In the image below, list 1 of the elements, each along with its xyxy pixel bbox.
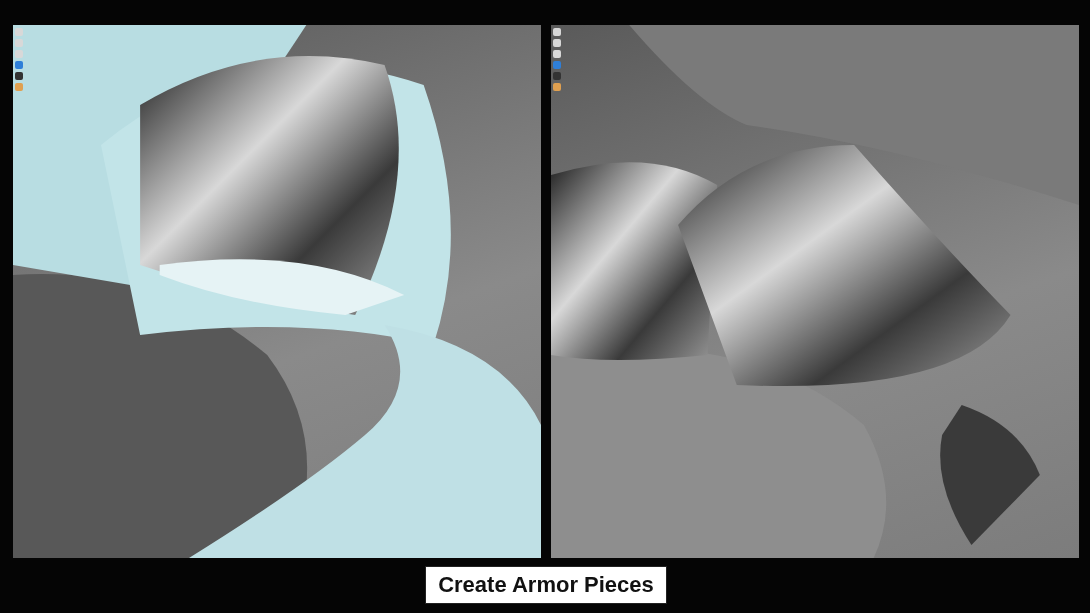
caption: Create Armor Pieces [425,566,667,604]
